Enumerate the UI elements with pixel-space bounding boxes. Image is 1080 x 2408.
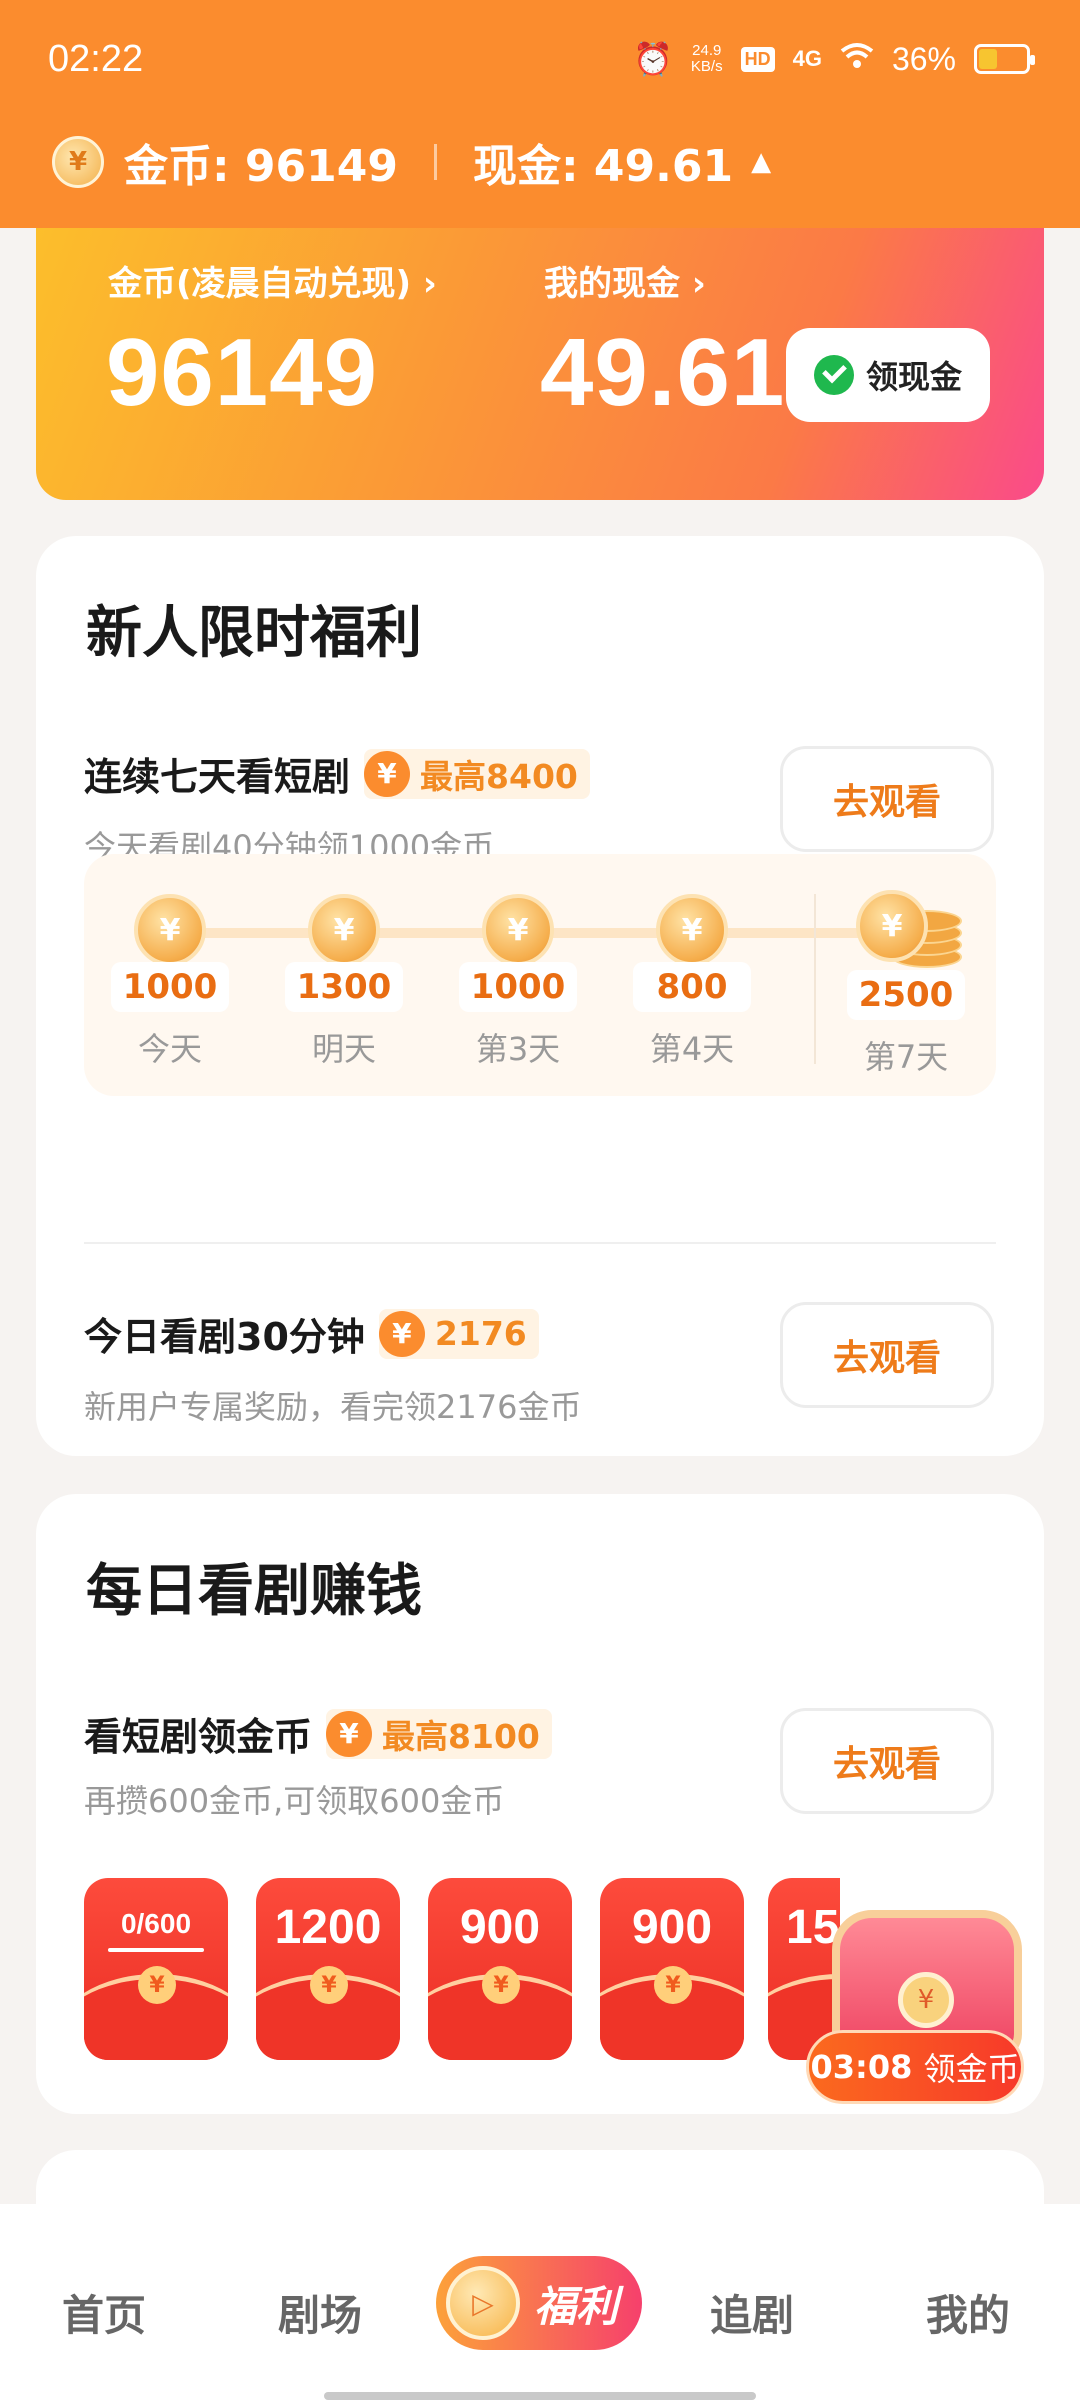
status-time: 02:22 xyxy=(48,38,144,80)
alarm-icon: ⏰ xyxy=(633,41,673,77)
task-subtitle: 再攒600金币,可领取600金币 xyxy=(84,1782,505,1820)
battery-icon xyxy=(974,44,1035,74)
nav-welfare[interactable]: ▷ 福利 xyxy=(436,2256,642,2350)
yen-icon: ¥ xyxy=(364,750,411,797)
nav-mine[interactable]: 我的 xyxy=(926,2282,1010,2343)
yen-icon: ¥ xyxy=(138,1966,176,2004)
coin-icon: ¥ xyxy=(134,894,206,966)
progress-bar xyxy=(108,1948,204,1952)
balance-summary[interactable]: ¥ 金币: 96149 现金: 49.61 ▲ xyxy=(52,130,771,194)
signal-icon: 4G xyxy=(792,46,822,71)
treasure-chest-widget[interactable]: ¥ 03:08 领金币 xyxy=(806,1900,1026,2110)
cash-summary: 现金: 49.61 xyxy=(473,141,734,192)
yen-icon: ¥ xyxy=(378,1310,425,1357)
watch-button[interactable]: 去观看 xyxy=(780,1302,994,1408)
reward-badge: ¥ 最高8100 xyxy=(326,1708,552,1759)
welfare-page: { "status": {"time": "02:22", "net_speed… xyxy=(0,0,1080,2408)
coin-stack-icon: ¥ xyxy=(836,890,976,970)
bottom-nav: 首页 剧场 ▷ 福利 追剧 我的 xyxy=(0,2204,1080,2408)
hd-icon: HD xyxy=(740,46,775,72)
watch-button[interactable]: 去观看 xyxy=(780,746,994,852)
nav-follow[interactable]: 追剧 xyxy=(710,2282,794,2343)
section-title: 每日看剧赚钱 xyxy=(86,1559,422,1624)
task-title: 今日看剧30分钟 ¥2176 xyxy=(84,1306,539,1361)
red-envelope[interactable]: 0/600 ¥ xyxy=(84,1878,228,2060)
reward-badge: ¥ 最高8400 xyxy=(364,748,590,799)
status-icons: ⏰ 24.9 KB/s HD 4G 36% xyxy=(633,40,1035,78)
streak-day: ¥ 1000 第3天 xyxy=(448,894,588,1070)
battery-percent: 36% xyxy=(891,40,956,77)
nav-home[interactable]: 首页 xyxy=(62,2282,146,2343)
withdraw-cash-button[interactable]: 领现金 xyxy=(786,328,990,422)
watch-button[interactable]: 去观看 xyxy=(780,1708,994,1814)
home-indicator[interactable] xyxy=(324,2392,756,2400)
seven-day-streak: ¥ 1000 今天 ¥ 1300 明天 ¥ 1000 第3天 ¥ 800 第4天 xyxy=(84,854,996,1096)
yen-icon: ¥ xyxy=(898,1972,954,2028)
streak-day-final: ¥ 2500 第7天 xyxy=(836,890,976,1078)
task-subtitle: 新用户专属奖励，看完领2176金币 xyxy=(84,1388,582,1426)
coin-icon: ¥ xyxy=(308,894,380,966)
nav-theater[interactable]: 剧场 xyxy=(278,2282,362,2343)
red-envelope[interactable]: 900 ¥ xyxy=(428,1878,572,2060)
red-envelope[interactable]: 900 ¥ xyxy=(600,1878,744,2060)
top-bar: 02:22 ⏰ 24.9 KB/s HD 4G 36% ¥ 金币: 96149 现… xyxy=(0,0,1080,228)
divider xyxy=(814,894,816,1064)
task-title: 看短剧领金币 ¥ 最高8100 xyxy=(84,1706,552,1761)
withdraw-label: 领现金 xyxy=(865,358,962,396)
balance-card: 金币(凌晨自动兑现) › 96149 我的现金 › 49.61 领现金 xyxy=(36,200,1044,500)
network-speed: 24.9 KB/s xyxy=(690,42,723,75)
yen-icon: ¥ xyxy=(482,1966,520,2004)
task-title: 连续七天看短剧 ¥ 最高8400 xyxy=(84,746,590,801)
section-title: 新人限时福利 xyxy=(86,601,422,666)
streak-day: ¥ 1000 今天 xyxy=(100,894,240,1070)
streak-day: ¥ 800 第4天 xyxy=(622,894,762,1070)
yen-icon: ¥ xyxy=(326,1710,373,1757)
coins-value: 96149 xyxy=(106,319,378,426)
yen-icon: ¥ xyxy=(310,1966,348,2004)
caret-up-icon[interactable]: ▲ xyxy=(751,147,771,177)
coins-title-link[interactable]: 金币(凌晨自动兑现) › xyxy=(108,256,437,305)
streak-day: ¥ 1300 明天 xyxy=(274,894,414,1070)
red-envelope[interactable]: 1200 ¥ xyxy=(256,1878,400,2060)
wechat-icon xyxy=(813,355,854,395)
wifi-icon xyxy=(840,41,874,78)
cash-value: 49.61 xyxy=(540,319,786,426)
coin-icon: ¥ xyxy=(482,894,554,966)
divider xyxy=(434,144,437,180)
coins-summary: 金币: 96149 xyxy=(124,141,398,192)
welfare-icon: ▷ xyxy=(446,2266,520,2340)
yen-icon: ¥ xyxy=(654,1966,692,2004)
coin-icon: ¥ xyxy=(52,136,104,188)
reward-badge: ¥2176 xyxy=(378,1308,539,1359)
divider xyxy=(84,1242,996,1244)
newbie-welfare-card: 新人限时福利 连续七天看短剧 ¥ 最高8400 今天看剧40分钟领1000金币 去… xyxy=(36,536,1044,1456)
chest-countdown[interactable]: 03:08 领金币 xyxy=(806,2030,1024,2104)
cash-title-link[interactable]: 我的现金 › xyxy=(544,256,706,305)
coin-icon: ¥ xyxy=(656,894,728,966)
